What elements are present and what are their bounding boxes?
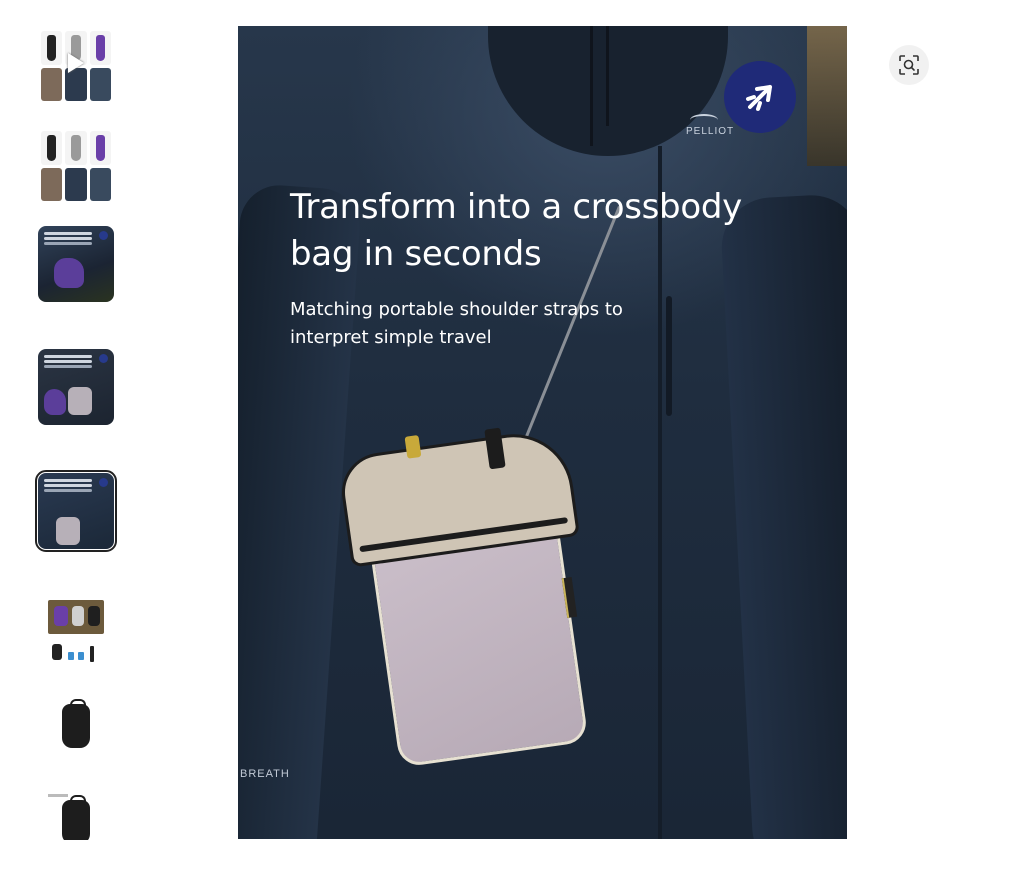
grey-bag-image (56, 517, 80, 545)
thumbnail-8[interactable] (38, 790, 114, 840)
thumbnail-3[interactable] (38, 226, 114, 302)
plane-icon (99, 231, 108, 240)
black-pack-image (62, 795, 90, 840)
black-pack-image (62, 699, 90, 748)
thumbnail-grid (41, 131, 111, 201)
crossbody-bag (336, 426, 609, 776)
image-headline: Transform into a crossbody bag in second… (290, 187, 742, 274)
main-product-image: PELLIOT BREATH Transform into a crossbod… (238, 26, 847, 839)
play-icon (68, 53, 84, 73)
jacket-sleeve (719, 192, 847, 839)
zoom-scan-icon (899, 55, 919, 75)
sleeve-print: BREATH (240, 768, 290, 780)
thumbnail-2[interactable] (38, 128, 114, 204)
zoom-scan-button[interactable] (889, 45, 929, 85)
thumbnail-1[interactable] (38, 28, 114, 104)
thumbnail-5[interactable] (35, 470, 117, 552)
plane-icon (99, 354, 108, 363)
thumbnail-7[interactable] (38, 690, 114, 766)
thumbnail-6[interactable] (38, 596, 114, 672)
thumbnail-4[interactable] (38, 349, 114, 425)
plane-icon (724, 61, 796, 133)
purple-bag-image (54, 258, 84, 288)
brand-logo: PELLIOT (686, 114, 735, 137)
image-subline: Matching portable shoulder straps to int… (290, 299, 623, 348)
plane-icon (99, 478, 108, 487)
